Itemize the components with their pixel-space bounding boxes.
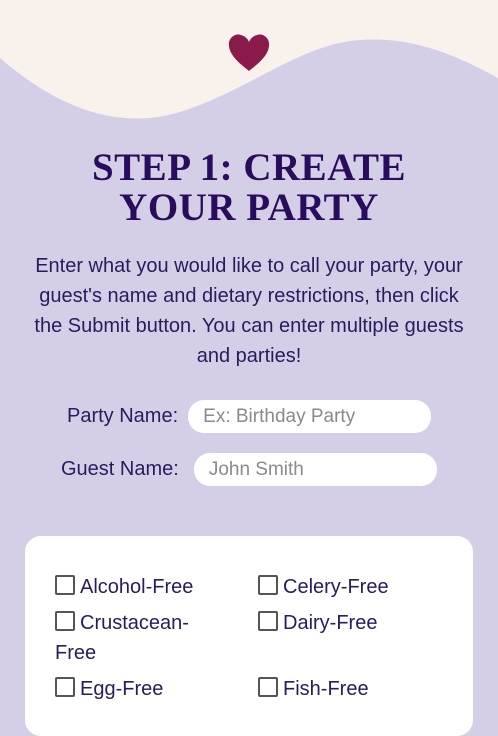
restriction-option[interactable]: Alcohol-Free [55,572,205,602]
restriction-option[interactable]: Dairy-Free [258,608,408,638]
checkbox[interactable] [258,677,278,697]
page-title-line-1: STEP 1: CREATE [91,146,406,189]
checkbox[interactable] [55,677,75,697]
guest-name-label: Guest Name: [61,458,179,480]
guest-name-input[interactable] [193,453,437,486]
checkbox[interactable] [55,611,75,631]
restriction-label: Egg-Free [80,678,164,700]
party-name-row: Party Name: [67,400,432,433]
restriction-option[interactable]: Celery-Free [258,572,408,602]
restriction-label: Fish-Free [283,678,369,700]
heart-icon [228,34,270,71]
checkbox[interactable] [258,611,278,631]
party-name-label: Party Name: [67,405,179,427]
checkbox[interactable] [258,575,278,595]
party-name-input[interactable] [188,400,432,433]
restriction-label: Dairy-Free [283,612,378,634]
restriction-option[interactable]: Crustacean-Free [55,608,205,668]
page-title-line-2: YOUR PARTY [119,186,379,229]
dietary-restrictions-card: Alcohol-Free Celery-Free Crustacean-Free… [25,536,473,736]
restriction-label: Crustacean-Free [55,612,189,664]
restriction-label: Alcohol-Free [80,576,194,598]
guest-name-row: Guest Name: [61,453,437,486]
restriction-label: Celery-Free [283,576,389,598]
intro-text: Enter what you would like to call your p… [34,255,464,367]
checkbox[interactable] [55,575,75,595]
page-title: STEP 1: CREATE YOUR PARTY [0,148,498,228]
